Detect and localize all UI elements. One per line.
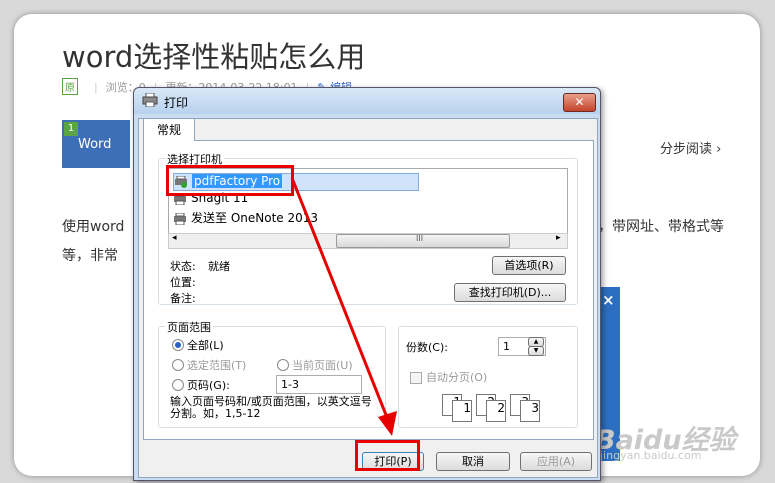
annotation-arrow bbox=[290, 177, 397, 436]
